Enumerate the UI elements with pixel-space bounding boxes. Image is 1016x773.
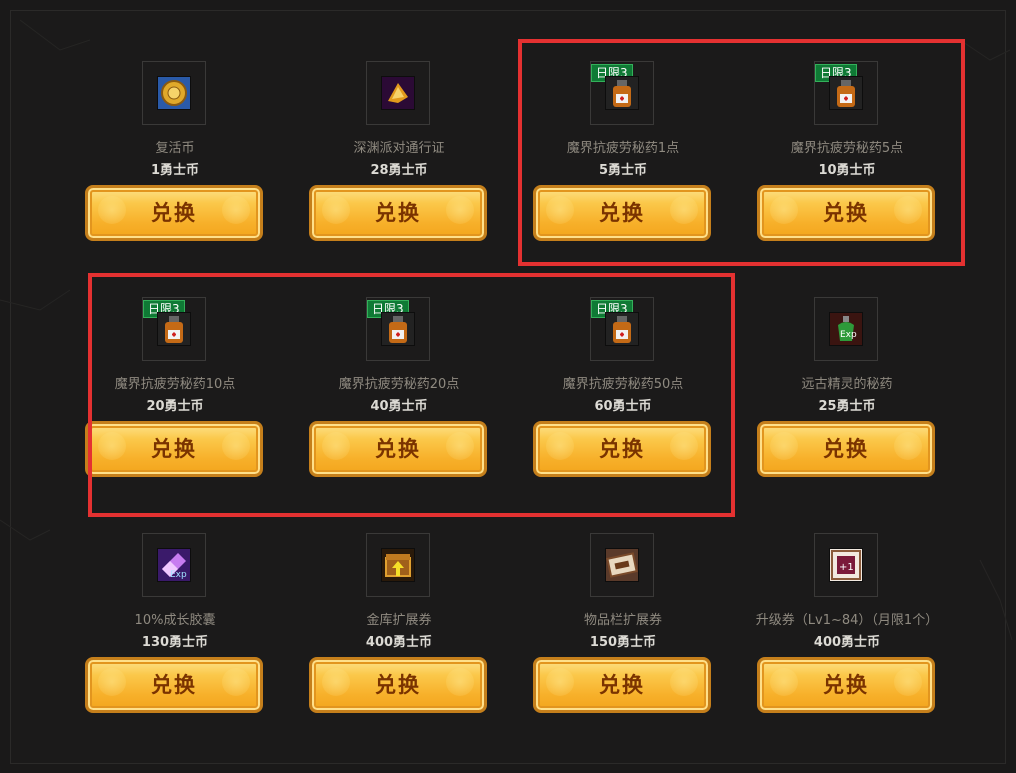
fatigue-potion-icon (157, 312, 191, 346)
item-slot[interactable] (366, 61, 430, 125)
fatigue-potion-icon (829, 76, 863, 110)
level-up-ticket-icon: +1 (829, 548, 863, 582)
exchange-button[interactable]: 兑换 (85, 421, 263, 477)
exchange-button[interactable]: 兑换 (309, 421, 487, 477)
item-slot[interactable]: 日限3 (590, 297, 654, 361)
vault-expansion-icon (381, 548, 415, 582)
item-price: 5勇士币 (598, 163, 648, 178)
item-slot[interactable]: Exp (814, 297, 878, 361)
fatigue-potion-icon (381, 312, 415, 346)
item-grid: 复活币 1勇士币 兑换 深渊派对通行证 28勇士币 兑换 日限3 魔界抗疲劳秘药… (0, 0, 1016, 773)
item-name: 金库扩展券 (366, 613, 432, 628)
svg-text:Exp: Exp (170, 570, 187, 580)
svg-text:Exp: Exp (840, 330, 857, 340)
exchange-button[interactable]: 兑换 (533, 421, 711, 477)
svg-text:+1: +1 (839, 562, 854, 573)
item-price: 60勇士币 (594, 399, 652, 414)
item-name: 升级券（Lv1~84）（月限1个） (755, 613, 939, 628)
fatigue-potion-icon (605, 76, 639, 110)
shop-item: Exp 10%成长胶囊 130勇士币 兑换 (85, 533, 265, 719)
exchange-button[interactable]: 兑换 (85, 657, 263, 713)
item-price: 40勇士币 (370, 399, 428, 414)
item-slot[interactable]: 日限3 (142, 297, 206, 361)
revive-coin-icon (157, 76, 191, 110)
item-slot[interactable]: 日限3 (590, 61, 654, 125)
item-slot[interactable]: +1 (814, 533, 878, 597)
item-name: 魔界抗疲劳秘药5点 (790, 141, 904, 156)
shop-item: +1 升级券（Lv1~84）（月限1个） 400勇士币 兑换 (756, 533, 938, 719)
item-slot[interactable] (590, 533, 654, 597)
item-name: 深渊派对通行证 (353, 141, 445, 156)
shop-item: 日限3 魔界抗疲劳秘药10点 20勇士币 兑换 (85, 297, 265, 483)
item-price: 130勇士币 (141, 635, 209, 650)
item-price: 25勇士币 (818, 399, 876, 414)
item-slot[interactable] (366, 533, 430, 597)
item-name: 远古精灵的秘药 (801, 377, 893, 392)
shop-item: 日限3 魔界抗疲劳秘药5点 10勇士币 兑换 (757, 61, 937, 247)
item-name: 魔界抗疲劳秘药1点 (566, 141, 680, 156)
item-price: 10勇士币 (818, 163, 876, 178)
shop-item: 日限3 魔界抗疲劳秘药20点 40勇士币 兑换 (309, 297, 489, 483)
shop-item: 深渊派对通行证 28勇士币 兑换 (309, 61, 489, 247)
shop-item: 日限3 魔界抗疲劳秘药1点 5勇士币 兑换 (533, 61, 713, 247)
item-price: 28勇士币 (370, 163, 428, 178)
exp-potion-icon: Exp (829, 312, 863, 346)
exchange-button[interactable]: 兑换 (757, 657, 935, 713)
item-price: 1勇士币 (150, 163, 200, 178)
item-price: 20勇士币 (146, 399, 204, 414)
item-name: 物品栏扩展券 (583, 613, 662, 628)
item-name: 魔界抗疲劳秘药20点 (338, 377, 460, 392)
exchange-button[interactable]: 兑换 (757, 185, 935, 241)
item-name: 魔界抗疲劳秘药10点 (114, 377, 236, 392)
item-name: 10%成长胶囊 (134, 613, 216, 628)
item-slot[interactable]: 日限3 (366, 297, 430, 361)
item-price: 400勇士币 (813, 635, 881, 650)
item-price: 400勇士币 (365, 635, 433, 650)
item-name: 魔界抗疲劳秘药50点 (562, 377, 684, 392)
exchange-button[interactable]: 兑换 (533, 657, 711, 713)
item-slot[interactable]: Exp (142, 533, 206, 597)
inventory-expansion-icon (605, 548, 639, 582)
exchange-button[interactable]: 兑换 (309, 185, 487, 241)
item-name: 复活币 (155, 141, 195, 156)
exchange-button[interactable]: 兑换 (309, 657, 487, 713)
shop-item: 日限3 魔界抗疲劳秘药50点 60勇士币 兑换 (533, 297, 713, 483)
growth-capsule-icon: Exp (157, 548, 191, 582)
shop-item: 复活币 1勇士币 兑换 (85, 61, 265, 247)
item-price: 150勇士币 (589, 635, 657, 650)
item-slot[interactable]: 日限3 (814, 61, 878, 125)
shop-item: 物品栏扩展券 150勇士币 兑换 (533, 533, 713, 719)
exchange-button[interactable]: 兑换 (533, 185, 711, 241)
shop-item: Exp 远古精灵的秘药 25勇士币 兑换 (757, 297, 937, 483)
shop-item: 金库扩展券 400勇士币 兑换 (309, 533, 489, 719)
exchange-button[interactable]: 兑换 (757, 421, 935, 477)
item-slot[interactable] (142, 61, 206, 125)
exchange-button[interactable]: 兑换 (85, 185, 263, 241)
abyss-party-pass-icon (381, 76, 415, 110)
fatigue-potion-icon (605, 312, 639, 346)
